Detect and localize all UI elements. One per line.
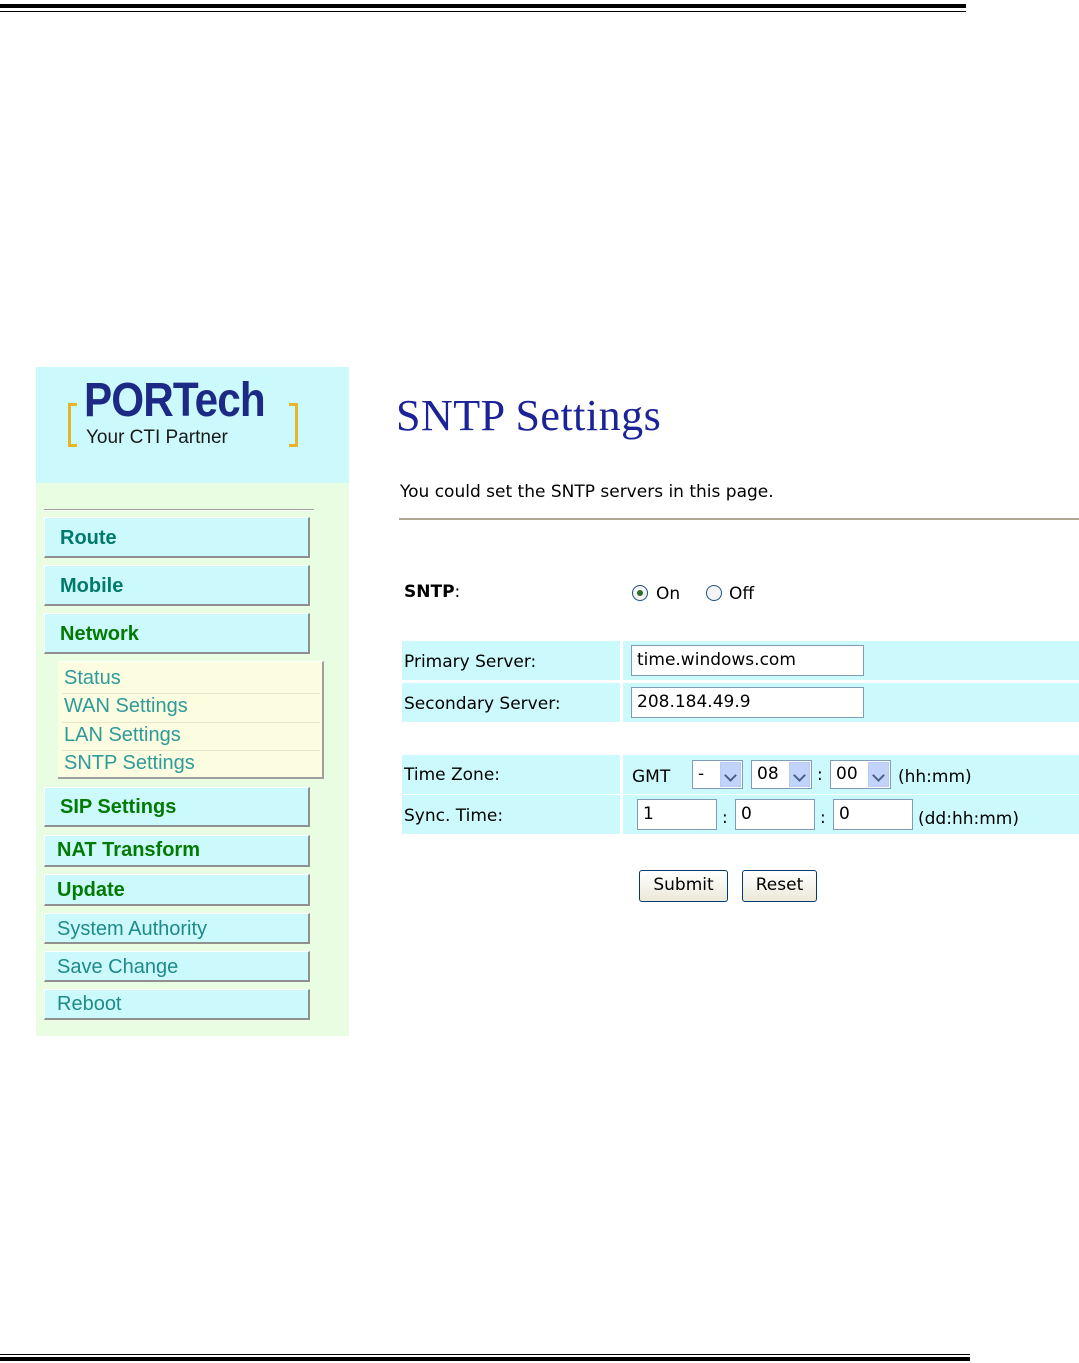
tz-minutes-select[interactable]: 00	[830, 760, 891, 789]
logo-bracket-left	[68, 403, 77, 447]
sntp-label-text: SNTP	[404, 582, 455, 602]
sidebar-item-label: Update	[57, 879, 125, 901]
sync-minutes-input[interactable]: 0	[833, 799, 913, 830]
network-submenu: Status WAN Settings LAN Settings SNTP Se…	[58, 661, 324, 779]
submenu-item-lan-settings[interactable]: LAN Settings	[64, 724, 181, 747]
sync-time-label: Sync. Time:	[404, 806, 504, 826]
document-bottom-rule	[0, 1354, 970, 1361]
tz-unit-label: (hh:mm)	[898, 767, 972, 787]
row-column-divider	[620, 755, 623, 794]
sidebar-item-label: Reboot	[57, 993, 122, 1015]
sidebar-item-label: Mobile	[60, 575, 124, 597]
tz-hours-select[interactable]: 08	[751, 760, 812, 789]
primary-server-label: Primary Server:	[404, 652, 537, 672]
sntp-off-radio[interactable]	[706, 585, 722, 601]
sntp-on-label: On	[656, 584, 681, 604]
time-zone-label: Time Zone:	[404, 765, 501, 785]
sync-unit-label: (dd:hh:mm)	[918, 809, 1019, 829]
secondary-server-label: Secondary Server:	[404, 694, 561, 714]
page-title: SNTP Settings	[396, 391, 662, 440]
sntp-label-colon: :	[454, 582, 461, 602]
sidebar-item-mobile[interactable]: Mobile	[44, 565, 310, 606]
sync-separator: :	[722, 808, 728, 828]
sync-days-input[interactable]: 1	[637, 799, 717, 830]
chevron-down-icon	[789, 762, 810, 787]
chevron-down-icon	[868, 762, 889, 787]
sidebar-item-system-authority[interactable]: System Authority	[44, 913, 310, 944]
row-column-divider	[620, 795, 623, 834]
submenu-divider	[62, 722, 320, 723]
sync-separator: :	[820, 808, 826, 828]
logo-bracket-right	[289, 403, 298, 447]
primary-server-input[interactable]: time.windows.com	[631, 645, 864, 676]
submit-button[interactable]: Submit	[639, 870, 728, 902]
tz-sign-value: -	[698, 764, 705, 784]
sidebar-item-label: Network	[60, 623, 139, 645]
row-column-divider	[620, 683, 623, 722]
sidebar-item-save-change[interactable]: Save Change	[44, 951, 310, 982]
sidebar: PORTech Your CTI Partner Route Mobile Ne…	[36, 367, 349, 1036]
tz-minutes-value: 00	[836, 764, 858, 784]
row-column-divider	[620, 641, 623, 680]
page-intro: You could set the SNTP servers in this p…	[400, 482, 774, 502]
logo-panel: PORTech Your CTI Partner	[36, 367, 349, 483]
sidebar-item-route[interactable]: Route	[44, 517, 310, 558]
sidebar-item-label: Save Change	[57, 956, 179, 978]
logo-tagline: Your CTI Partner	[86, 427, 228, 448]
tz-sign-select[interactable]: -	[692, 760, 743, 789]
sntp-off-label: Off	[729, 584, 755, 604]
sync-hours-input[interactable]: 0	[735, 799, 815, 830]
secondary-server-input[interactable]: 208.184.49.9	[631, 687, 864, 718]
sidebar-item-label: Route	[60, 527, 117, 549]
sidebar-divider	[44, 509, 314, 511]
content-divider	[399, 518, 1079, 520]
sidebar-item-update[interactable]: Update	[44, 874, 310, 906]
document-top-rule	[0, 4, 966, 12]
gmt-label: GMT	[632, 767, 671, 787]
sidebar-item-label: NAT Transform	[57, 839, 200, 861]
reset-button[interactable]: Reset	[742, 870, 817, 902]
chevron-down-icon	[720, 762, 741, 787]
submenu-divider	[62, 750, 320, 751]
logo-brand: PORTech	[84, 374, 266, 427]
sntp-label: SNTP:	[404, 582, 460, 602]
tz-hours-value: 08	[757, 764, 779, 784]
tz-separator: :	[817, 765, 823, 785]
sidebar-item-sip-settings[interactable]: SIP Settings	[44, 787, 310, 827]
sidebar-item-network[interactable]: Network	[44, 613, 310, 654]
submenu-item-status[interactable]: Status	[64, 667, 121, 690]
submenu-divider	[62, 693, 320, 694]
sidebar-item-label: SIP Settings	[60, 796, 177, 818]
submenu-item-sntp-settings[interactable]: SNTP Settings	[64, 752, 195, 775]
sidebar-item-nat-transform[interactable]: NAT Transform	[44, 835, 310, 867]
sntp-on-radio[interactable]	[632, 585, 648, 601]
sidebar-item-label: System Authority	[57, 918, 208, 940]
submenu-item-wan-settings[interactable]: WAN Settings	[64, 695, 188, 718]
sidebar-item-reboot[interactable]: Reboot	[44, 989, 310, 1020]
